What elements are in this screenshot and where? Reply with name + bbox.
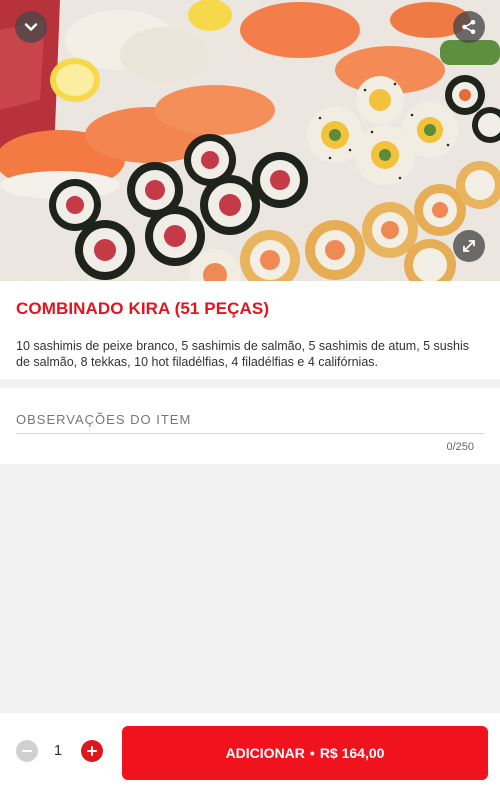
add-button-price: R$ 164,00	[319, 745, 385, 761]
item-notes-section: OBSERVAÇÕES DO ITEM 0/250	[0, 388, 500, 464]
share-button[interactable]	[453, 11, 485, 43]
product-image	[0, 0, 500, 281]
chevron-down-icon	[24, 23, 38, 31]
notes-char-counter: 0/250	[446, 441, 474, 453]
expand-image-button[interactable]	[453, 230, 485, 262]
product-description: 10 sashimis de peixe branco, 5 sashimis …	[16, 339, 469, 369]
notes-underline	[16, 433, 484, 434]
product-info: COMBINADO KIRA (51 PEÇAS) 10 sashimis de…	[0, 281, 500, 379]
quantity-value: 1	[53, 742, 63, 759]
expand-icon	[463, 240, 475, 252]
minus-icon	[22, 750, 32, 752]
product-title: COMBINADO KIRA (51 PEÇAS)	[16, 299, 270, 318]
add-button-label: ADICIONAR	[225, 745, 305, 761]
add-to-cart-button[interactable]: ADICIONAR • R$ 164,00	[122, 726, 488, 780]
collapse-button[interactable]	[15, 11, 47, 43]
share-icon	[462, 19, 476, 35]
plus-icon	[87, 746, 97, 756]
notes-input[interactable]	[16, 402, 484, 434]
decrease-quantity-button[interactable]	[16, 740, 38, 762]
bottom-bar: 1 ADICIONAR • R$ 164,00	[0, 713, 500, 786]
increase-quantity-button[interactable]	[81, 740, 103, 762]
sushi-photo	[0, 0, 500, 281]
add-button-separator: •	[309, 745, 315, 761]
